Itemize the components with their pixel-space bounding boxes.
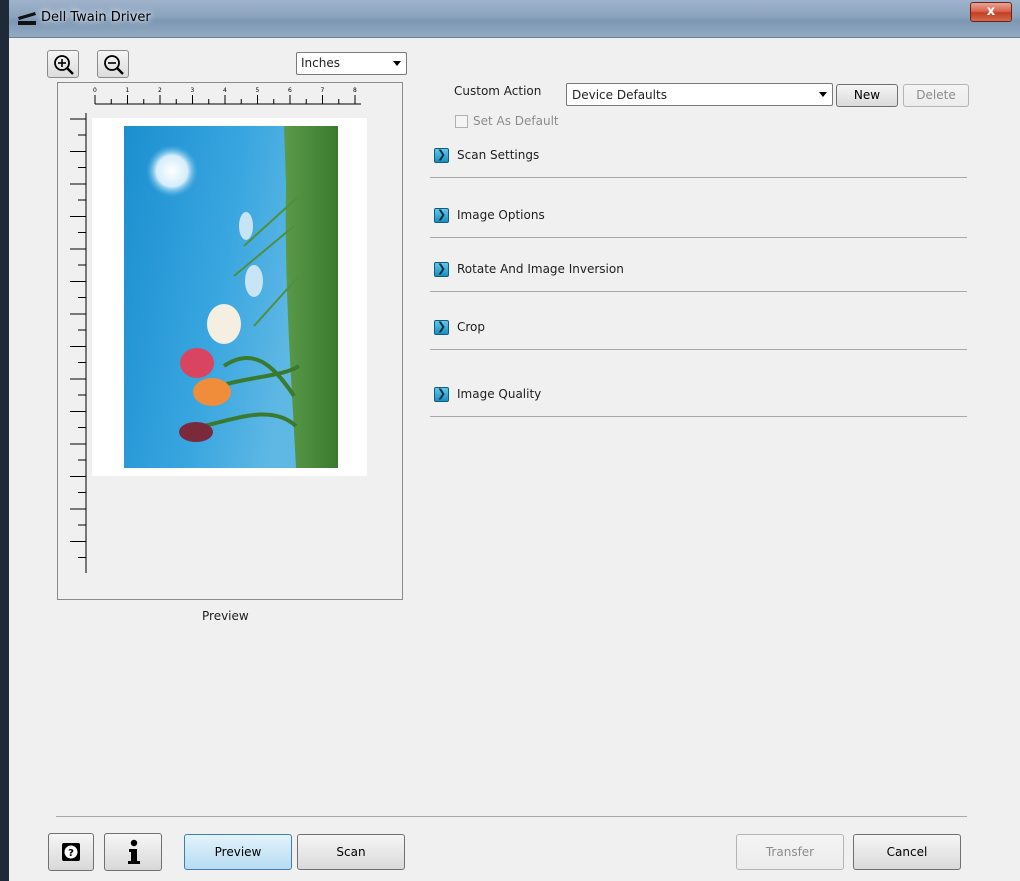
zoom-out-button[interactable] bbox=[97, 50, 129, 78]
ruler-tick-label: 6 bbox=[288, 87, 292, 94]
section-scan-settings[interactable]: ❯ Scan Settings bbox=[430, 148, 967, 178]
units-selected-value: Inches bbox=[301, 56, 340, 70]
ruler-tick-label: 5 bbox=[256, 87, 260, 94]
custom-action-label: Custom Action bbox=[454, 84, 542, 98]
cancel-button[interactable]: Cancel bbox=[853, 834, 961, 870]
preview-scanned-image bbox=[124, 126, 338, 468]
new-action-button[interactable]: New bbox=[836, 84, 898, 107]
section-label: Scan Settings bbox=[457, 148, 540, 162]
section-image-quality[interactable]: ❯ Image Quality bbox=[430, 387, 967, 417]
expand-chevron-icon[interactable]: ❯ bbox=[434, 148, 449, 163]
section-label: Image Quality bbox=[457, 387, 542, 401]
section-divider bbox=[430, 416, 967, 417]
window-title: Dell Twain Driver bbox=[41, 10, 151, 25]
zoom-in-button[interactable] bbox=[47, 50, 79, 78]
zoom-out-icon bbox=[104, 55, 124, 75]
ruler-tick-label: 0 bbox=[93, 87, 97, 94]
section-crop[interactable]: ❯ Crop bbox=[430, 320, 967, 350]
expand-chevron-icon[interactable]: ❯ bbox=[434, 262, 449, 277]
expand-chevron-icon[interactable]: ❯ bbox=[434, 387, 449, 402]
preview-pane[interactable]: 0 1 2 3 4 5 6 7 8 bbox=[57, 82, 403, 600]
chevron-down-icon bbox=[393, 61, 401, 66]
section-label: Rotate And Image Inversion bbox=[457, 262, 624, 276]
custom-action-dropdown[interactable]: Device Defaults bbox=[566, 83, 833, 106]
help-button[interactable]: ? bbox=[48, 833, 94, 871]
ruler-tick-label: 2 bbox=[158, 87, 162, 94]
ruler-tick-label: 7 bbox=[321, 87, 325, 94]
ruler-tick-label: 3 bbox=[191, 87, 195, 94]
custom-action-selected-value: Device Defaults bbox=[572, 88, 667, 102]
expand-chevron-icon[interactable]: ❯ bbox=[434, 208, 449, 223]
horizontal-ruler: 0 1 2 3 4 5 6 7 8 bbox=[93, 87, 361, 105]
info-icon bbox=[128, 839, 140, 864]
ruler-tick-label: 4 bbox=[223, 87, 227, 94]
help-icon: ? bbox=[62, 843, 80, 861]
units-dropdown[interactable]: Inches bbox=[296, 52, 407, 75]
svg-text:?: ? bbox=[68, 848, 74, 859]
preview-button[interactable]: Preview bbox=[184, 834, 292, 870]
title-bar[interactable]: Dell Twain Driver x bbox=[9, 0, 1020, 38]
section-divider bbox=[430, 177, 967, 178]
scan-button[interactable]: Scan bbox=[297, 834, 405, 870]
transfer-button[interactable]: Transfer bbox=[736, 834, 844, 870]
section-divider bbox=[430, 291, 967, 292]
section-divider bbox=[430, 349, 967, 350]
set-as-default-checkbox[interactable] bbox=[455, 115, 468, 128]
footer-divider bbox=[56, 816, 967, 817]
close-button[interactable]: x bbox=[970, 2, 1012, 22]
vertical-ruler bbox=[70, 113, 87, 573]
twain-dialog-window: Dell Twain Driver x Inches 0 1 2 3 4 5 6 7 8 Pre… bbox=[0, 0, 1020, 881]
expand-chevron-icon[interactable]: ❯ bbox=[434, 320, 449, 335]
section-label: Crop bbox=[457, 320, 486, 334]
section-label: Image Options bbox=[457, 208, 545, 222]
ruler-tick-label: 1 bbox=[126, 87, 130, 94]
ruler-tick-label: 8 bbox=[353, 87, 357, 94]
set-as-default-label: Set As Default bbox=[473, 114, 559, 128]
about-info-button[interactable] bbox=[104, 833, 162, 871]
scanner-app-icon bbox=[18, 12, 36, 25]
delete-action-button[interactable]: Delete bbox=[903, 84, 969, 107]
section-divider bbox=[430, 237, 967, 238]
zoom-in-icon bbox=[54, 55, 74, 75]
chevron-down-icon bbox=[819, 92, 827, 97]
section-rotate-and-image-inversion[interactable]: ❯ Rotate And Image Inversion bbox=[430, 262, 967, 292]
preview-caption: Preview bbox=[202, 609, 249, 623]
section-image-options[interactable]: ❯ Image Options bbox=[430, 208, 967, 238]
